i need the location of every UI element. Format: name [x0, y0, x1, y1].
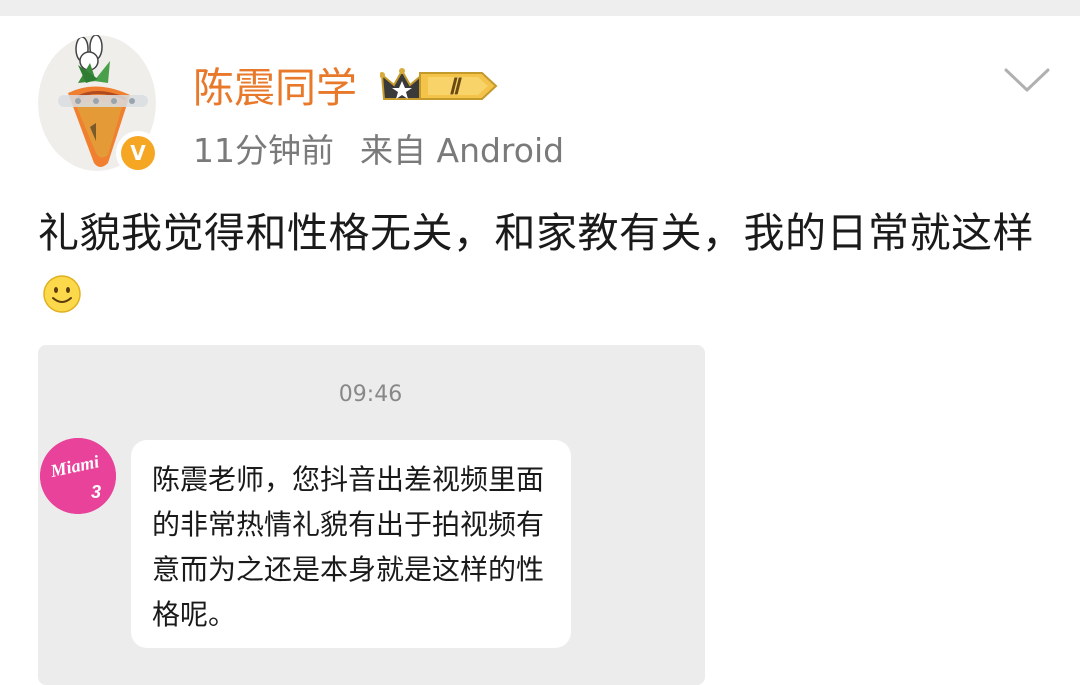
crown-level-badge: Ⅱ	[380, 68, 498, 100]
chevron-down-icon[interactable]	[1003, 66, 1051, 96]
username[interactable]: 陈震同学	[193, 62, 357, 114]
sender-avatar: Miami 3	[40, 438, 116, 514]
post-source: 来自 Android	[360, 131, 565, 170]
top-divider-bar	[0, 0, 1080, 16]
message-text: 陈震老师，您抖音出差视频里面的非常热情礼貌有出于拍视频有意而为之还是本身就是这样…	[152, 463, 545, 631]
post-text: 礼貌我觉得和性格无关，和家教有关，我的日常就这样	[38, 204, 1048, 322]
chat-timestamp: 09:46	[338, 382, 403, 407]
miami-logo-icon: Miami 3	[40, 438, 116, 514]
svg-text:3: 3	[91, 482, 101, 502]
message-bubble: 陈震老师，您抖音出差视频里面的非常热情礼貌有出于拍视频有意而为之还是本身就是这样…	[131, 440, 571, 648]
post-time: 11分钟前	[193, 131, 334, 170]
post-meta: 11分钟前 来自 Android	[193, 128, 564, 174]
post-body: 礼貌我觉得和性格无关，和家教有关，我的日常就这样	[38, 209, 1034, 257]
verified-badge: V	[116, 131, 160, 175]
verified-v-icon: V	[121, 136, 155, 170]
smile-emoji-icon	[43, 275, 81, 313]
